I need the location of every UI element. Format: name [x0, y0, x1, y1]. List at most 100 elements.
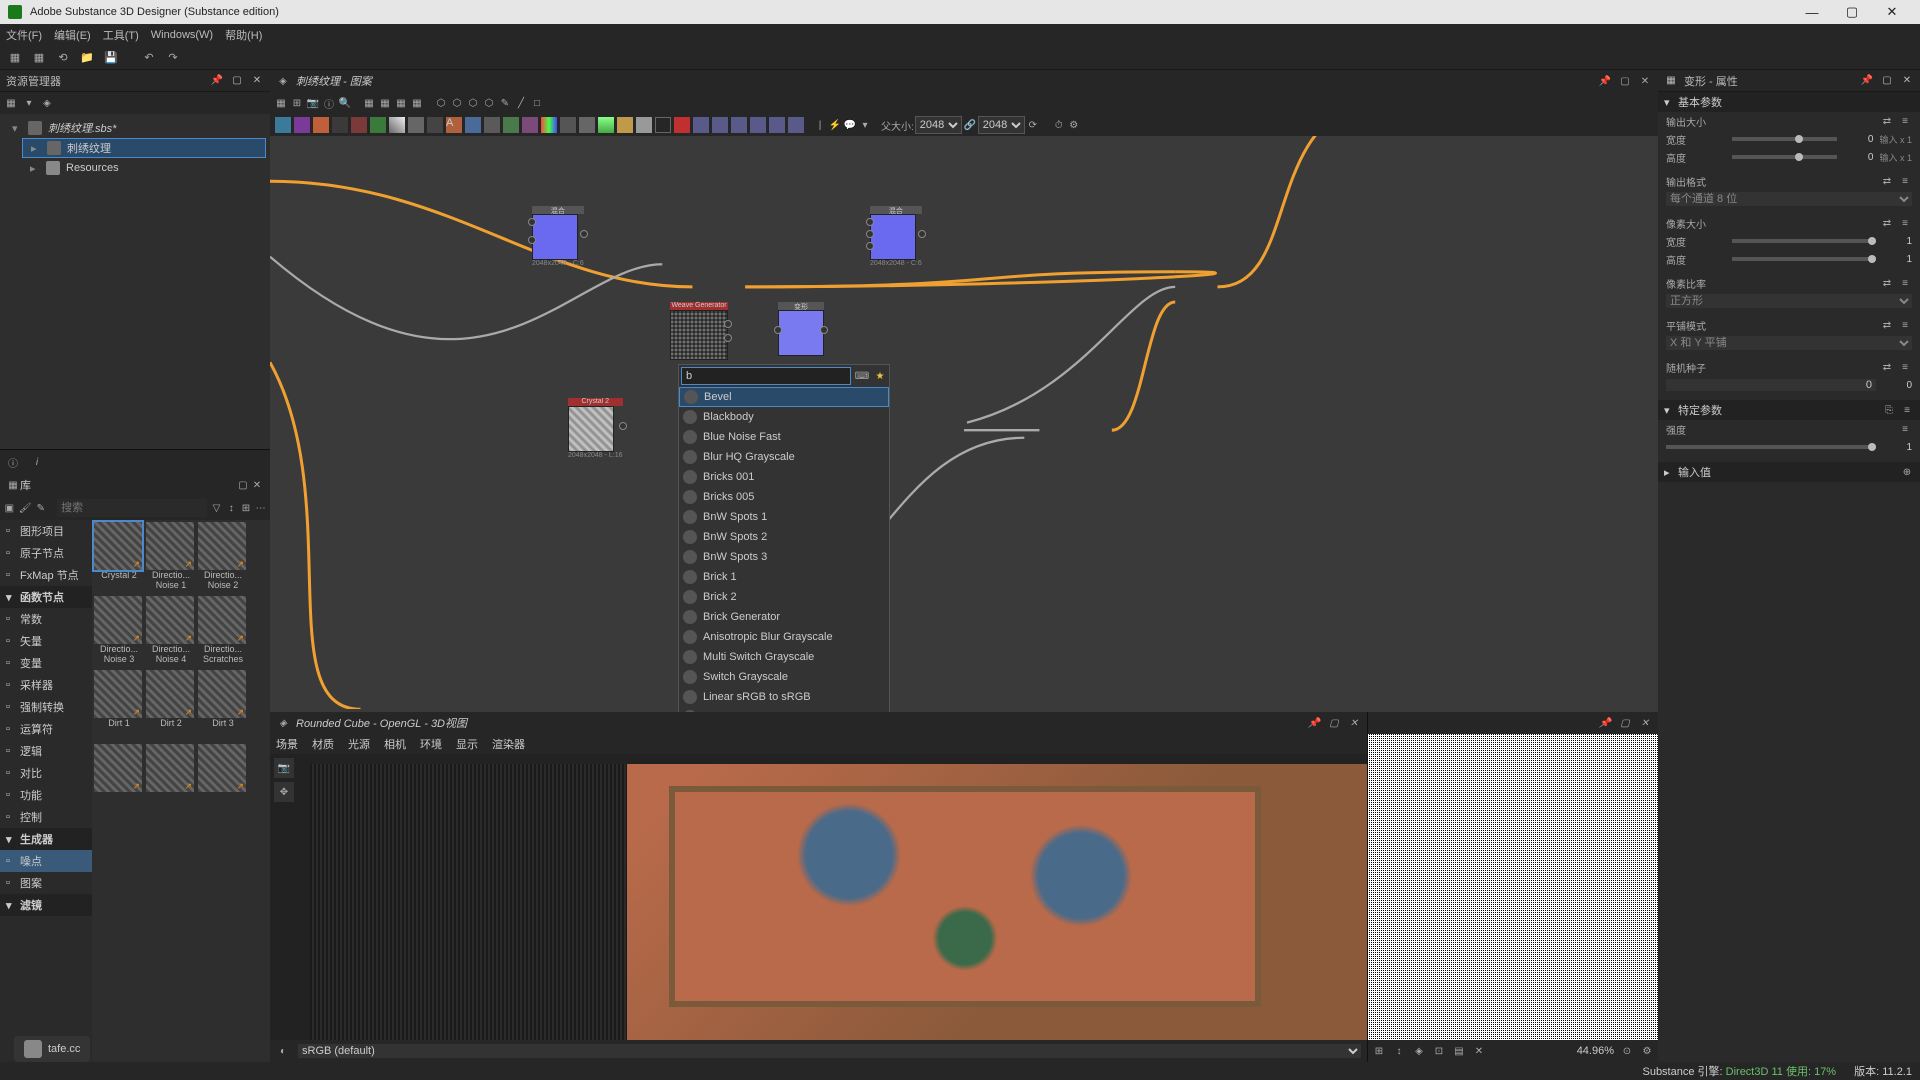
- menu-prop-icon[interactable]: ≡: [1898, 276, 1912, 290]
- menu-scene[interactable]: 场景: [276, 736, 298, 752]
- color-swatch[interactable]: [427, 117, 443, 133]
- lib-item[interactable]: [146, 744, 196, 816]
- view3d-pin-icon[interactable]: 📌: [1307, 716, 1321, 730]
- props-close-icon[interactable]: ✕: [1900, 74, 1914, 88]
- color-swatch[interactable]: [712, 117, 728, 133]
- input-port[interactable]: [866, 242, 874, 250]
- lib-item[interactable]: Directio... Scratches: [198, 596, 248, 668]
- menu-prop-icon[interactable]: ≡: [1898, 360, 1912, 374]
- menu-windows[interactable]: Windows(W): [151, 29, 213, 41]
- link-prop-icon[interactable]: ⇄: [1880, 276, 1894, 290]
- specific-params-header[interactable]: 特定参数: [1678, 402, 1722, 418]
- color-swatch[interactable]: [731, 117, 747, 133]
- lib-item[interactable]: [198, 744, 248, 816]
- graph-max-icon[interactable]: ▢: [1618, 74, 1632, 88]
- lib-item[interactable]: Dirt 1: [94, 670, 144, 742]
- lib-max-icon[interactable]: ▢: [236, 478, 250, 492]
- menu-camera[interactable]: 相机: [384, 736, 406, 752]
- link-prop-icon[interactable]: ⇄: [1880, 216, 1894, 230]
- pixel-width-slider[interactable]: [1732, 239, 1876, 243]
- search-result-item[interactable]: Brick Generator: [679, 607, 889, 627]
- gt-h[interactable]: ⬡: [482, 96, 496, 110]
- menu-prop-icon[interactable]: ≡: [1898, 114, 1912, 128]
- search-result-item[interactable]: BnW Spots 2: [679, 527, 889, 547]
- lib-item[interactable]: Dirt 2: [146, 670, 196, 742]
- output-port[interactable]: [580, 230, 588, 238]
- gradient-swatch[interactable]: [541, 117, 557, 133]
- camera-icon[interactable]: 📷: [306, 96, 320, 110]
- color-swatch[interactable]: [617, 117, 633, 133]
- v2-a-icon[interactable]: ↕: [1392, 1044, 1406, 1058]
- node-search-input[interactable]: [681, 367, 851, 385]
- search-result-item[interactable]: Anisotropic Blur Grayscale: [679, 627, 889, 647]
- settings-icon[interactable]: ⚙: [1067, 118, 1081, 132]
- new-icon[interactable]: ▦: [6, 49, 24, 67]
- color-swatch[interactable]: [484, 117, 500, 133]
- color-swatch[interactable]: [579, 117, 595, 133]
- undo-icon[interactable]: ↶: [140, 49, 158, 67]
- node-weave[interactable]: Weave Generator: [670, 302, 728, 360]
- gt-g[interactable]: ⬡: [466, 96, 480, 110]
- shuffle-icon[interactable]: [674, 117, 690, 133]
- color-swatch[interactable]: [750, 117, 766, 133]
- input-port[interactable]: [528, 236, 536, 244]
- input-values-header[interactable]: 输入值: [1678, 464, 1711, 480]
- height-slider[interactable]: [1732, 155, 1837, 159]
- colorspace-icon[interactable]: ◐: [276, 1044, 290, 1058]
- gt-pen-icon[interactable]: ✎: [498, 96, 512, 110]
- node-blend-a[interactable]: 混合 2048x2048 - C:6: [532, 206, 584, 267]
- maximize-button[interactable]: ▢: [1832, 4, 1872, 20]
- color-swatch[interactable]: [655, 117, 671, 133]
- color-swatch[interactable]: [503, 117, 519, 133]
- color-swatch[interactable]: [693, 117, 709, 133]
- search-result-item[interactable]: Bricks 001: [679, 467, 889, 487]
- minimize-button[interactable]: —: [1792, 5, 1832, 20]
- gt-e[interactable]: ⬡: [434, 96, 448, 110]
- lib-item[interactable]: Dirt 3: [198, 670, 248, 742]
- colorspace-select[interactable]: sRGB (default): [298, 1044, 1361, 1058]
- search-result-item[interactable]: Brick 2: [679, 587, 889, 607]
- input-port[interactable]: [528, 218, 536, 226]
- link-prop-icon[interactable]: ⇄: [1880, 174, 1894, 188]
- zoom-icon[interactable]: 🔍: [338, 96, 352, 110]
- menu-edit[interactable]: 编辑(E): [54, 27, 91, 43]
- pixel-ratio-select[interactable]: 正方形: [1666, 294, 1912, 308]
- lib-category[interactable]: ▫噪点: [0, 850, 92, 872]
- lib-category[interactable]: ▫矢量: [0, 630, 92, 652]
- color-swatch[interactable]: [389, 117, 405, 133]
- search-result-item[interactable]: Switch Grayscale: [679, 667, 889, 687]
- v2-b-icon[interactable]: ◈: [1412, 1044, 1426, 1058]
- menu-light[interactable]: 光源: [348, 736, 370, 752]
- view2d-canvas[interactable]: [1368, 734, 1658, 1040]
- info-i2-icon[interactable]: i: [30, 455, 44, 469]
- menu-material[interactable]: 材质: [312, 736, 334, 752]
- link-prop-icon[interactable]: ⇄: [1880, 360, 1894, 374]
- node-crystal[interactable]: Crystal 2 2048x2048 - L:16: [568, 398, 623, 459]
- lib-category[interactable]: ▫图形项目: [0, 520, 92, 542]
- redo-icon[interactable]: ↷: [164, 49, 182, 67]
- reset-icon[interactable]: ⟳: [1026, 118, 1040, 132]
- search-result-item[interactable]: sRGB to Linear sRGB: [679, 707, 889, 712]
- v2-c-icon[interactable]: ⊡: [1432, 1044, 1446, 1058]
- filter-icon[interactable]: ▽: [211, 501, 222, 515]
- lib-category[interactable]: ▫逻辑: [0, 740, 92, 762]
- gt-2[interactable]: ⊞: [290, 96, 304, 110]
- gt-line-icon[interactable]: ╱: [514, 96, 528, 110]
- more-icon[interactable]: ⋯: [255, 501, 266, 515]
- tree-row-resources[interactable]: ▸ Resources: [22, 158, 266, 178]
- output-port[interactable]: [724, 320, 732, 328]
- comment-icon[interactable]: 💬: [843, 118, 857, 132]
- node-blend-b[interactable]: 混合 2048x2048 - C:6: [870, 206, 922, 267]
- view2d-max-icon[interactable]: ▢: [1618, 716, 1632, 730]
- link-icon[interactable]: 🔗: [963, 118, 977, 132]
- grid-icon[interactable]: ⊞: [1372, 1044, 1386, 1058]
- bolt-icon[interactable]: ⚡: [828, 118, 842, 132]
- chevron-down-icon[interactable]: ▾: [22, 96, 36, 110]
- graph-pin-icon[interactable]: 📌: [1598, 74, 1612, 88]
- gt-c[interactable]: ▦: [394, 96, 408, 110]
- view3d-max-icon[interactable]: ▢: [1327, 716, 1341, 730]
- menu-prop-icon[interactable]: ≡: [1898, 318, 1912, 332]
- lib-category[interactable]: ▫采样器: [0, 674, 92, 696]
- view2d-close-icon[interactable]: ✕: [1638, 716, 1652, 730]
- props-pin-icon[interactable]: 📌: [1860, 74, 1874, 88]
